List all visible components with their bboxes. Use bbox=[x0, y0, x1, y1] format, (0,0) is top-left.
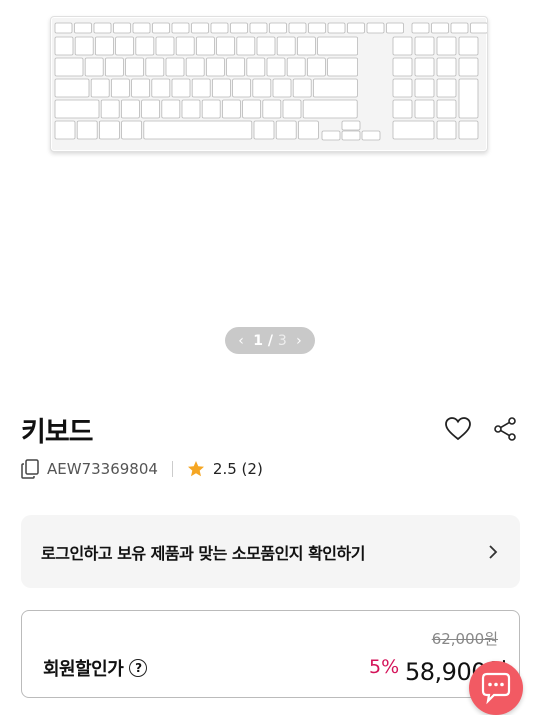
product-image-keyboard[interactable] bbox=[50, 16, 488, 152]
pager-current: 1 bbox=[253, 332, 263, 349]
rating-text[interactable]: 2.5 (2) bbox=[213, 460, 263, 478]
meta-divider bbox=[171, 461, 173, 477]
share-icon[interactable] bbox=[493, 416, 517, 442]
heart-icon[interactable] bbox=[444, 416, 472, 442]
member-price-label-text: 회원할인가 bbox=[43, 659, 124, 680]
next-image-arrow-icon[interactable]: › bbox=[293, 333, 305, 349]
product-title: 키보드 bbox=[21, 417, 94, 448]
model-number: AEW73369804 bbox=[47, 460, 158, 478]
price-panel: 62,000원 회원할인가 ? 5% 58,900원 bbox=[21, 610, 520, 698]
original-price: 62,000원 bbox=[431, 630, 498, 648]
member-price-label: 회원할인가 ? bbox=[43, 655, 148, 681]
help-icon[interactable]: ? bbox=[129, 659, 148, 677]
login-check-text: 로그인하고 보유 제품과 맞는 소모품인지 확인하기 bbox=[41, 543, 365, 563]
image-pager: ‹ 1 / 3 › bbox=[225, 327, 315, 354]
copy-icon[interactable] bbox=[21, 459, 39, 479]
login-check-banner[interactable]: 로그인하고 보유 제품과 맞는 소모품인지 확인하기 bbox=[21, 515, 520, 588]
star-icon bbox=[187, 460, 205, 478]
product-image-area: ‹ 1 / 3 › bbox=[0, 0, 540, 380]
discount-rate: 5% bbox=[369, 656, 400, 678]
chevron-right-icon bbox=[486, 544, 500, 560]
pager-separator: / bbox=[267, 332, 273, 349]
chat-icon[interactable] bbox=[469, 661, 523, 715]
pager-count: 1 / 3 bbox=[253, 333, 287, 349]
product-meta: AEW73369804 2.5 (2) bbox=[21, 458, 263, 480]
pager-total: 3 bbox=[277, 332, 287, 349]
prev-image-arrow-icon[interactable]: ‹ bbox=[235, 333, 247, 349]
